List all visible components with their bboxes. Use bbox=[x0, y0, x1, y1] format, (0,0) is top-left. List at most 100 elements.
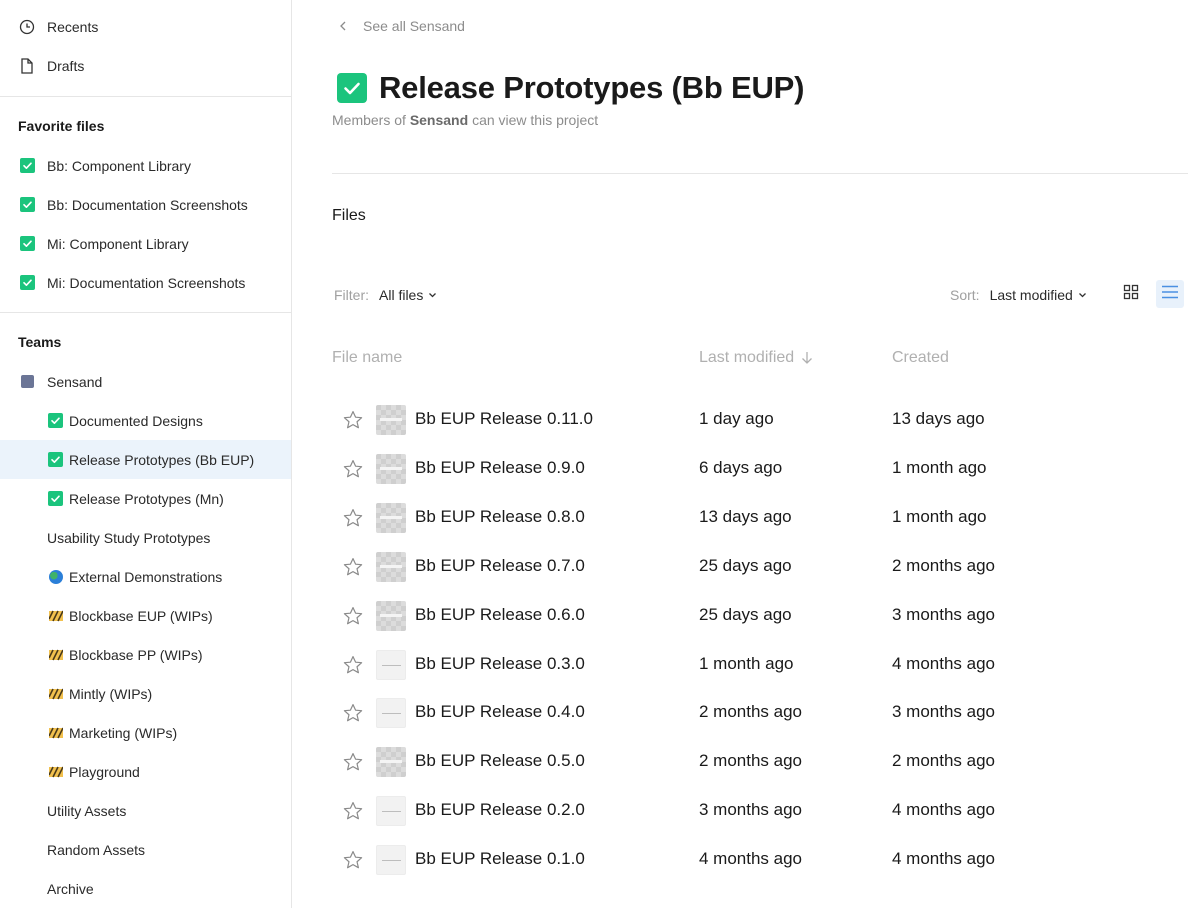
file-row[interactable]: Bb EUP Release 0.11.0 1 day ago 13 days ag… bbox=[332, 396, 1188, 445]
sidebar-item-label: Bb: Documentation Screenshots bbox=[47, 196, 248, 213]
sidebar-project-item[interactable]: Mintly (WIPs) bbox=[0, 674, 291, 713]
sort-label: Sort: bbox=[950, 287, 980, 303]
chevron-down-icon bbox=[1078, 291, 1087, 300]
sidebar-item-label: Playground bbox=[69, 763, 140, 780]
header-divider bbox=[332, 173, 1188, 174]
filter-dropdown[interactable]: All files bbox=[379, 287, 437, 303]
file-last-modified: 1 day ago bbox=[699, 409, 774, 428]
construction-icon bbox=[48, 686, 63, 701]
file-name: Bb EUP Release 0.9.0 bbox=[415, 457, 585, 477]
file-thumbnail bbox=[376, 698, 406, 729]
file-name: Bb EUP Release 0.3.0 bbox=[415, 653, 585, 673]
sidebar-project-item[interactable]: Release Prototypes (Mn) bbox=[0, 479, 291, 518]
file-last-modified: 13 days ago bbox=[699, 506, 792, 526]
file-created: 4 months ago bbox=[892, 849, 996, 869]
file-thumbnail bbox=[376, 551, 406, 582]
star-icon[interactable] bbox=[342, 507, 364, 529]
file-thumbnail bbox=[376, 747, 406, 778]
star-icon[interactable] bbox=[342, 605, 364, 627]
file-name: Bb EUP Release 0.6.0 bbox=[415, 604, 585, 624]
sidebar: Recents Drafts Favorite files Bb: Compon… bbox=[0, 0, 292, 908]
star-icon[interactable] bbox=[342, 702, 364, 724]
filter-label: Filter: bbox=[334, 287, 369, 303]
column-header-created[interactable]: Created bbox=[892, 349, 949, 367]
file-row[interactable]: Bb EUP Release 0.1.0 4 months ago 4 months… bbox=[332, 836, 1188, 885]
column-header-label: Last modified bbox=[699, 349, 795, 366]
file-name: Bb EUP Release 0.8.0 bbox=[415, 506, 585, 526]
sidebar-project-item[interactable]: Blockbase PP (WIPs) bbox=[0, 635, 291, 674]
file-created: 2 months ago bbox=[892, 555, 996, 575]
file-row[interactable]: Bb EUP Release 0.6.0 25 days ago 3 months … bbox=[332, 592, 1188, 641]
main-content: See all Sensand Release Prototypes (Bb E… bbox=[293, 0, 1200, 908]
column-header-label: File name bbox=[332, 349, 403, 366]
arrow-down-icon bbox=[801, 351, 813, 365]
grid-icon bbox=[1123, 284, 1139, 305]
star-icon[interactable] bbox=[342, 849, 364, 871]
file-last-modified: 25 days ago bbox=[699, 604, 792, 624]
chevron-down-icon bbox=[428, 291, 437, 300]
file-created: 3 months ago bbox=[892, 702, 996, 722]
file-created: 4 months ago bbox=[892, 800, 996, 820]
sidebar-item-label: Marketing (WIPs) bbox=[69, 724, 178, 741]
column-header-last-modified[interactable]: Last modified bbox=[699, 349, 813, 367]
grid-view-button[interactable] bbox=[1117, 280, 1145, 308]
construction-icon bbox=[48, 725, 63, 740]
sidebar-project-item[interactable]: External Demonstrations bbox=[0, 557, 291, 596]
star-icon[interactable] bbox=[342, 458, 364, 480]
sidebar-project-item[interactable]: Release Prototypes (Bb EUP) bbox=[0, 440, 291, 479]
sidebar-team-sensand[interactable]: Sensand bbox=[0, 362, 291, 401]
sidebar-item-label: Release Prototypes (Bb EUP) bbox=[69, 451, 255, 468]
sidebar-item-recents[interactable]: Recents bbox=[0, 7, 291, 46]
file-row[interactable]: Bb EUP Release 0.7.0 25 days ago 2 months … bbox=[332, 543, 1188, 592]
sidebar-project-item[interactable]: Documented Designs bbox=[0, 401, 291, 440]
star-icon[interactable] bbox=[342, 556, 364, 578]
sidebar-project-item[interactable]: Marketing (WIPs) bbox=[0, 713, 291, 752]
green-check-icon bbox=[19, 236, 35, 252]
list-view-button[interactable] bbox=[1156, 280, 1184, 308]
star-icon[interactable] bbox=[342, 800, 364, 822]
favorite-file-item[interactable]: Bb: Documentation Screenshots bbox=[0, 185, 291, 224]
star-icon[interactable] bbox=[342, 654, 364, 676]
favorite-file-item[interactable]: Mi: Documentation Screenshots bbox=[0, 263, 291, 302]
sidebar-item-label: Recents bbox=[47, 18, 99, 35]
file-row[interactable]: Bb EUP Release 0.5.0 2 months ago 2 months… bbox=[332, 738, 1188, 787]
file-row[interactable]: Bb EUP Release 0.3.0 1 month ago 4 months … bbox=[332, 641, 1188, 690]
subtitle-team: Sensand bbox=[409, 112, 469, 128]
star-icon[interactable] bbox=[342, 751, 364, 773]
file-thumbnail bbox=[376, 845, 406, 876]
sidebar-item-label: Random Assets bbox=[47, 841, 146, 858]
green-check-icon bbox=[19, 197, 35, 213]
teams-heading: Teams bbox=[18, 334, 62, 350]
star-icon[interactable] bbox=[342, 409, 364, 431]
green-check-icon bbox=[48, 452, 63, 467]
sidebar-project-item[interactable]: Utility Assets bbox=[0, 791, 291, 830]
file-row[interactable]: Bb EUP Release 0.4.0 2 months ago 3 months… bbox=[332, 689, 1188, 738]
column-header-file-name[interactable]: File name bbox=[332, 349, 402, 367]
sort-dropdown[interactable]: Last modified bbox=[990, 287, 1087, 303]
back-link[interactable]: See all Sensand bbox=[339, 18, 465, 34]
sidebar-project-item[interactable]: Random Assets bbox=[0, 830, 291, 869]
green-check-icon bbox=[337, 73, 367, 103]
sort-control[interactable]: Sort: Last modified bbox=[950, 287, 1087, 303]
file-last-modified: 4 months ago bbox=[699, 849, 803, 869]
sidebar-project-item[interactable]: Playground bbox=[0, 752, 291, 791]
green-check-icon bbox=[48, 491, 63, 506]
sidebar-item-label: Mi: Component Library bbox=[47, 235, 189, 252]
file-created: 1 month ago bbox=[892, 506, 987, 526]
file-thumbnail bbox=[376, 502, 406, 533]
file-last-modified: 25 days ago bbox=[699, 555, 792, 575]
sidebar-project-item[interactable]: Usability Study Prototypes bbox=[0, 518, 291, 557]
sidebar-project-item[interactable]: Blockbase EUP (WIPs) bbox=[0, 596, 291, 635]
file-created: 4 months ago bbox=[892, 653, 996, 673]
favorite-file-item[interactable]: Bb: Component Library bbox=[0, 146, 291, 185]
sidebar-project-item[interactable]: Archive bbox=[0, 869, 291, 908]
green-check-icon bbox=[48, 413, 63, 428]
sidebar-item-drafts[interactable]: Drafts bbox=[0, 46, 291, 85]
filter-control[interactable]: Filter: All files bbox=[334, 287, 437, 303]
file-created: 1 month ago bbox=[892, 457, 987, 477]
file-row[interactable]: Bb EUP Release 0.2.0 3 months ago 4 months… bbox=[332, 787, 1188, 836]
sidebar-item-label: Blockbase PP (WIPs) bbox=[69, 646, 203, 663]
favorite-file-item[interactable]: Mi: Component Library bbox=[0, 224, 291, 263]
file-row[interactable]: Bb EUP Release 0.8.0 13 days ago 1 month a… bbox=[332, 494, 1188, 543]
file-row[interactable]: Bb EUP Release 0.9.0 6 days ago 1 month ag… bbox=[332, 445, 1188, 494]
